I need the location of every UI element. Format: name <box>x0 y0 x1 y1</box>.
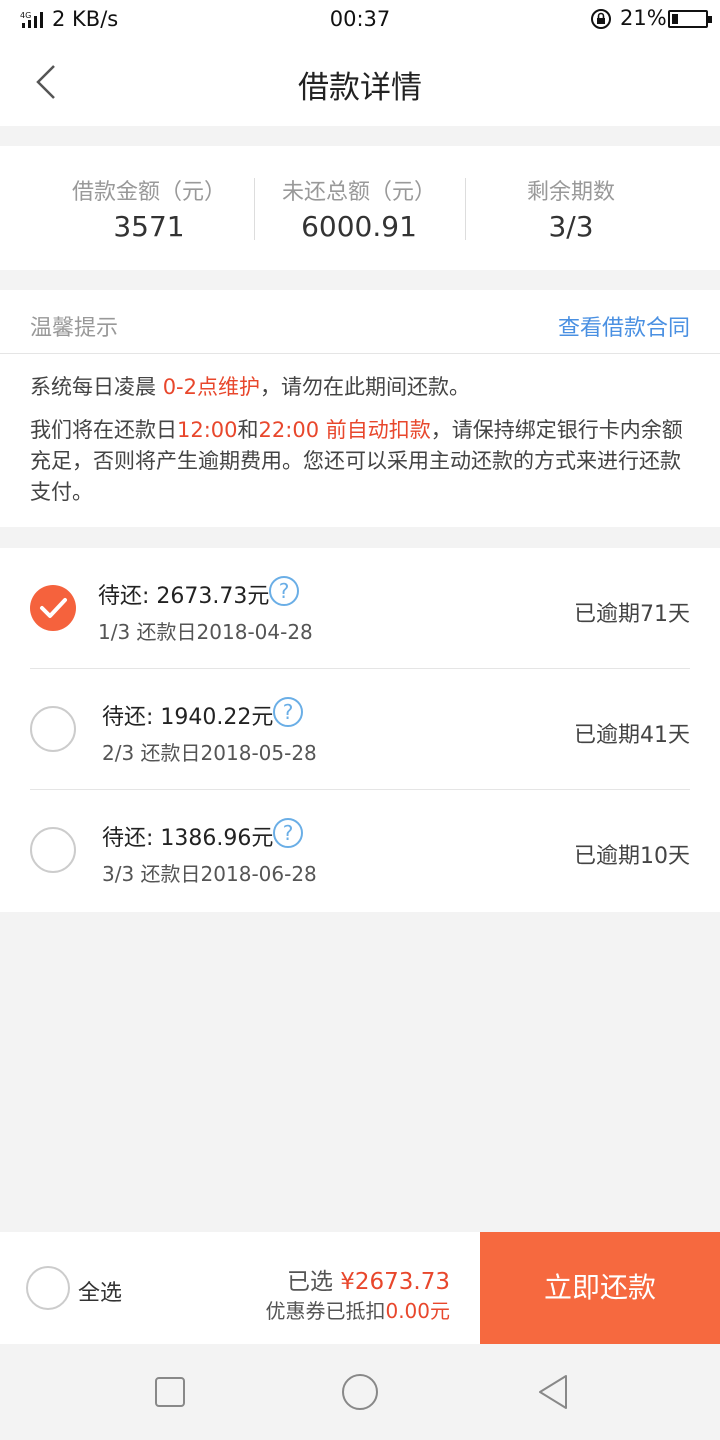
status-bar: 4G 2 KB/s 00:37 21% <box>0 0 720 38</box>
installment-due: 待还: 1940.22元 <box>102 705 274 730</box>
battery-icon <box>668 10 712 28</box>
home-icon[interactable] <box>340 1372 380 1412</box>
system-nav-bar <box>0 1344 720 1440</box>
summary-label: 借款金额（元） <box>71 180 226 205</box>
tips-card: 温馨提示 查看借款合同 系统每日凌晨 0-2点维护，请勿在此期间还款。 我们将在… <box>0 290 720 527</box>
summary-value: 3/3 <box>548 210 594 243</box>
recent-apps-icon[interactable] <box>150 1372 190 1412</box>
maintenance-window: 0-2点维护 <box>162 375 260 399</box>
unchecked-radio-icon[interactable] <box>30 706 76 752</box>
installment-list: 待还: 2673.73元 ? 1/3 还款日2018-04-28 已逾期71天 … <box>0 548 720 912</box>
help-icon[interactable]: ? <box>273 697 303 727</box>
summary-loan-amount: 借款金额（元） 3571 <box>44 146 254 270</box>
autodebit-time-1: 12:00 <box>177 418 238 442</box>
installment-due: 待还: 1386.96元 <box>102 826 274 851</box>
summary-outstanding-total: 未还总额（元） 6000.91 <box>254 146 464 270</box>
coupon-deduction: 优惠券已抵扣0.00元 <box>265 1299 450 1323</box>
summary-label: 未还总额（元） <box>281 180 436 205</box>
overdue-status: 已逾期41天 <box>574 723 690 748</box>
summary-label: 剩余期数 <box>526 180 615 205</box>
installment-row[interactable]: 待还: 1386.96元 ? 3/3 还款日2018-06-28 已逾期10天 <box>0 790 720 911</box>
installment-period: 1/3 还款日2018-04-28 <box>98 620 313 644</box>
repay-now-button[interactable]: 立即还款 <box>480 1232 720 1344</box>
loan-summary: 借款金额（元） 3571 未还总额（元） 6000.91 剩余期数 3/3 <box>0 146 720 270</box>
tips-title: 温馨提示 <box>30 316 119 341</box>
autodebit-time-2: 22:00 前自动扣款 <box>258 418 431 442</box>
unchecked-radio-icon[interactable] <box>30 827 76 873</box>
view-contract-link[interactable]: 查看借款合同 <box>558 310 690 342</box>
installment-period: 3/3 还款日2018-06-28 <box>102 862 317 886</box>
nav-header: 借款详情 <box>0 38 720 126</box>
coupon-amount: 0.00元 <box>385 1299 450 1323</box>
page-title: 借款详情 <box>298 70 422 106</box>
summary-value: 6000.91 <box>301 210 417 243</box>
installment-due: 待还: 2673.73元 <box>98 584 270 609</box>
rotation-lock-icon <box>591 9 611 29</box>
installment-row[interactable]: 待还: 2673.73元 ? 1/3 还款日2018-04-28 已逾期71天 <box>0 548 720 669</box>
selected-total: 已选 ¥2673.73 <box>286 1269 450 1295</box>
select-all-label[interactable]: 全选 <box>78 1275 122 1307</box>
tips-autodebit-line: 我们将在还款日12:00和22:00 前自动扣款，请保持绑定银行卡内余额充足，否… <box>30 418 683 504</box>
back-triangle-icon[interactable] <box>534 1372 574 1412</box>
battery-percent: 21% <box>620 6 667 30</box>
checked-radio-icon[interactable] <box>30 585 76 631</box>
summary-remaining-periods: 剩余期数 3/3 <box>466 146 676 270</box>
tips-header: 温馨提示 查看借款合同 <box>0 290 720 354</box>
installment-period: 2/3 还款日2018-05-28 <box>102 741 317 765</box>
select-all-radio-icon[interactable] <box>26 1266 70 1310</box>
summary-value: 3571 <box>113 210 185 243</box>
installment-row[interactable]: 待还: 1940.22元 ? 2/3 还款日2018-05-28 已逾期41天 <box>0 669 720 790</box>
help-icon[interactable]: ? <box>269 576 299 606</box>
tips-maintenance-line: 系统每日凌晨 0-2点维护，请勿在此期间还款。 <box>30 375 470 399</box>
selected-amount: ¥2673.73 <box>340 1269 450 1295</box>
overdue-status: 已逾期71天 <box>574 602 690 627</box>
overdue-status: 已逾期10天 <box>574 844 690 869</box>
clock: 00:37 <box>329 7 391 31</box>
help-icon[interactable]: ? <box>273 818 303 848</box>
bottom-action-bar: 全选 已选 ¥2673.73 优惠券已抵扣0.00元 立即还款 <box>0 1232 720 1344</box>
checkmark-icon <box>40 598 67 618</box>
